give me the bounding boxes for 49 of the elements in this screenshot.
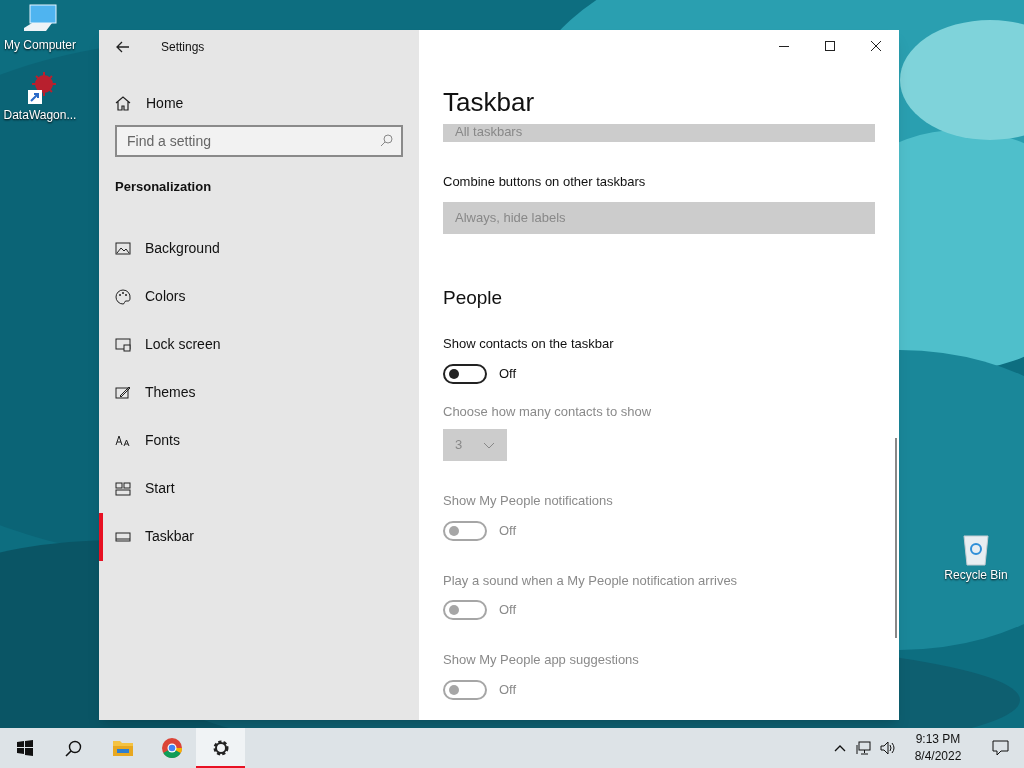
clock[interactable]: 9:13 PM 8/4/2022 — [906, 731, 970, 765]
sidebar-item[interactable]: Lock screen — [99, 320, 419, 369]
sidebar-item[interactable]: Colors — [99, 272, 419, 321]
windows-logo-icon — [16, 740, 33, 756]
taskbar-button[interactable] — [196, 728, 245, 768]
search-icon — [380, 134, 393, 147]
setting-label: Choose how many contacts to show — [443, 402, 653, 421]
background-icon — [115, 240, 131, 257]
chat-bubble-icon — [991, 740, 1009, 756]
setting-label: Combine buttons on other taskbars — [443, 173, 647, 191]
setting-label: Play a sound when a My People notification arrives — [443, 571, 739, 590]
toggle-switch[interactable] — [443, 363, 487, 384]
desktop-icon[interactable]: DataWagon... — [0, 72, 80, 124]
desktop-icon[interactable]: Recycle Bin — [934, 534, 1018, 584]
chevron-up-icon[interactable] — [834, 744, 846, 752]
window-title: Settings — [161, 39, 205, 56]
start-icon — [115, 480, 131, 497]
setting-label: Show My People notifications — [443, 492, 614, 510]
recycle-bin-icon — [962, 534, 990, 566]
toggle-state: Off — [499, 680, 517, 699]
chevron-down-icon — [483, 441, 495, 449]
speaker-icon[interactable] — [880, 741, 896, 755]
setting-label: Show contacts on the taskbar — [443, 335, 615, 353]
home-nav-item[interactable]: Home — [99, 86, 419, 120]
close-icon — [871, 41, 881, 51]
sidebar-item[interactable]: Fonts — [99, 416, 419, 465]
back-arrow-icon — [116, 41, 130, 53]
sidebar-item[interactable]: Themes — [99, 368, 419, 417]
sidebar-item[interactable]: Background — [99, 224, 419, 273]
toggle-state: Off — [499, 521, 517, 540]
themes-icon — [115, 384, 131, 401]
page-heading: Taskbar — [443, 86, 536, 119]
network-icon[interactable] — [856, 741, 872, 755]
section-heading: People — [443, 285, 504, 310]
minimize-icon — [779, 45, 789, 47]
home-icon — [115, 95, 131, 111]
toggle-state: Off — [499, 364, 517, 383]
colors-icon — [115, 288, 131, 305]
setting-label: Show My People app suggestions — [443, 651, 640, 669]
search-field[interactable]: Find a setting — [115, 125, 403, 157]
toggle-state: Off — [499, 601, 517, 620]
maximize-icon — [825, 41, 835, 51]
search-icon — [65, 739, 82, 757]
folder-icon — [111, 739, 134, 757]
sidebar-item[interactable]: Start — [99, 464, 419, 513]
section-heading: Personalization — [114, 178, 213, 196]
browser-icon — [160, 737, 183, 759]
lock-icon — [115, 336, 131, 353]
desktop-icon[interactable]: My Computer — [0, 4, 80, 54]
